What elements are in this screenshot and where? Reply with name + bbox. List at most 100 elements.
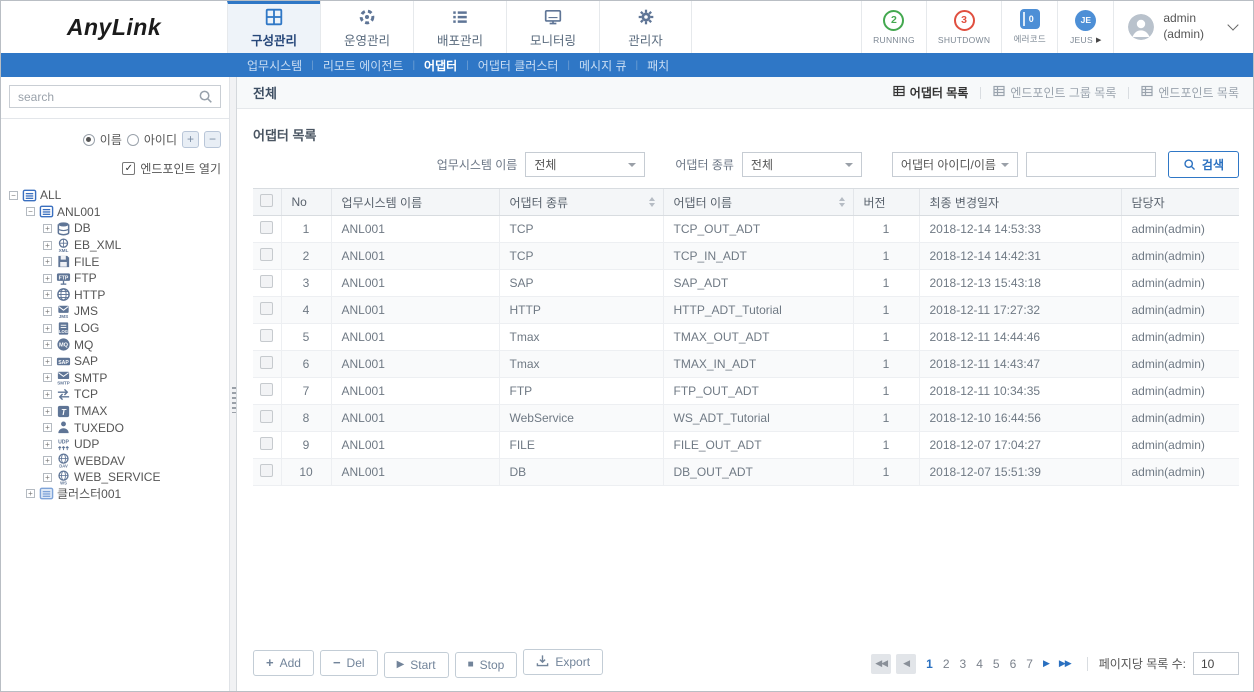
- start-button[interactable]: ▶Start: [384, 652, 449, 678]
- expand-node-icon[interactable]: +: [43, 224, 52, 233]
- del-button[interactable]: −Del: [320, 650, 378, 676]
- table-row[interactable]: 1ANL001TCPTCP_OUT_ADT12018-12-14 14:53:3…: [253, 216, 1239, 243]
- expand-node-icon[interactable]: +: [43, 307, 52, 316]
- prev-page-button[interactable]: ◀: [896, 654, 916, 674]
- page-number-5[interactable]: 5: [993, 657, 1000, 671]
- collapse-node-icon[interactable]: −: [26, 207, 35, 216]
- endpoint-open-checkbox[interactable]: ✓: [122, 162, 135, 175]
- page-number-2[interactable]: 2: [943, 657, 950, 671]
- view-link-endpoint-group-list[interactable]: 엔드포인트 그룹 목록: [993, 84, 1116, 101]
- running-status[interactable]: 2 RUNNING: [861, 1, 926, 53]
- expand-node-icon[interactable]: +: [43, 241, 52, 250]
- tree-node-tuxedo[interactable]: +TUXEDO: [43, 419, 221, 436]
- tree-node-mq[interactable]: +MQMQ: [43, 336, 221, 353]
- row-checkbox[interactable]: [260, 410, 273, 423]
- subnav-item-adapter[interactable]: 어댑터: [424, 57, 457, 74]
- tree-node-ftp[interactable]: +FTPFTP: [43, 270, 221, 287]
- radio-id[interactable]: [127, 134, 139, 146]
- row-checkbox[interactable]: [260, 437, 273, 450]
- expand-node-icon[interactable]: +: [43, 340, 52, 349]
- search-icon[interactable]: [190, 86, 220, 107]
- select-all-checkbox[interactable]: [260, 194, 273, 207]
- user-menu[interactable]: admin (admin): [1113, 1, 1253, 53]
- page-number-6[interactable]: 6: [1010, 657, 1017, 671]
- subnav-item-remote-agent[interactable]: 리모트 에이전트: [323, 57, 404, 74]
- sort-arrows-icon[interactable]: [839, 197, 845, 207]
- expand-node-icon[interactable]: +: [43, 257, 52, 266]
- tab-operation[interactable]: 운영관리: [320, 1, 413, 53]
- table-row[interactable]: 3ANL001SAPSAP_ADT12018-12-13 15:43:18adm…: [253, 270, 1239, 297]
- page-number-3[interactable]: 3: [960, 657, 967, 671]
- tree-node-anl001[interactable]: −ANL001: [26, 204, 221, 221]
- stop-button[interactable]: ■Stop: [455, 652, 518, 678]
- expand-node-icon[interactable]: +: [43, 357, 52, 366]
- tab-admin[interactable]: 관리자: [599, 1, 692, 53]
- tree-node-sap[interactable]: +SAPSAP: [43, 353, 221, 370]
- expand-node-icon[interactable]: +: [43, 324, 52, 333]
- error-code-status[interactable]: 0 에러코드: [1001, 1, 1057, 53]
- view-link-adapter-list[interactable]: 어댑터 목록: [893, 84, 969, 101]
- tree-expand-all-button[interactable]: +: [182, 131, 199, 148]
- table-row[interactable]: 4ANL001HTTPHTTP_ADT_Tutorial12018-12-11 …: [253, 297, 1239, 324]
- tree-node-webdav[interactable]: +DAVWEBDAV: [43, 453, 221, 470]
- table-row[interactable]: 9ANL001FILEFILE_OUT_ADT12018-12-07 17:04…: [253, 432, 1239, 459]
- collapse-node-icon[interactable]: −: [9, 191, 18, 200]
- tree-node-eb_xml[interactable]: +XMLEB_XML: [43, 237, 221, 254]
- header-cell[interactable]: 어댑터 종류: [499, 189, 663, 216]
- system-filter-select[interactable]: 전체: [525, 152, 645, 177]
- tree-node-log[interactable]: +LOGLOG: [43, 320, 221, 337]
- page-number-1[interactable]: 1: [926, 657, 933, 671]
- sidebar-splitter[interactable]: [229, 77, 237, 691]
- table-row[interactable]: 7ANL001FTPFTP_OUT_ADT12018-12-11 10:34:3…: [253, 378, 1239, 405]
- table-row[interactable]: 6ANL001TmaxTMAX_IN_ADT12018-12-11 14:43:…: [253, 351, 1239, 378]
- expand-node-icon[interactable]: +: [43, 407, 52, 416]
- tree-node-jms[interactable]: +JMSJMS: [43, 303, 221, 320]
- subnav-item-message-queue[interactable]: 메시지 큐: [579, 57, 627, 74]
- next-page-button[interactable]: ▶: [1043, 658, 1049, 669]
- expand-node-icon[interactable]: +: [43, 390, 52, 399]
- type-filter-select[interactable]: 전체: [742, 152, 862, 177]
- row-checkbox[interactable]: [260, 383, 273, 396]
- view-link-endpoint-list[interactable]: 엔드포인트 목록: [1141, 84, 1239, 101]
- tree-node-web_service[interactable]: +WSWEB_SERVICE: [43, 469, 221, 486]
- table-row[interactable]: 10ANL001DBDB_OUT_ADT12018-12-07 15:51:39…: [253, 459, 1239, 486]
- page-number-4[interactable]: 4: [976, 657, 983, 671]
- table-row[interactable]: 2ANL001TCPTCP_IN_ADT12018-12-14 14:42:31…: [253, 243, 1239, 270]
- expand-node-icon[interactable]: +: [43, 373, 52, 382]
- expand-node-icon[interactable]: +: [43, 456, 52, 465]
- row-checkbox[interactable]: [260, 356, 273, 369]
- tree-node-tcp[interactable]: +TCP: [43, 386, 221, 403]
- tree-node-all[interactable]: −ALL: [9, 187, 221, 204]
- tree-collapse-all-button[interactable]: −: [204, 131, 221, 148]
- table-row[interactable]: 5ANL001TmaxTMAX_OUT_ADT12018-12-11 14:44…: [253, 324, 1239, 351]
- expand-node-icon[interactable]: +: [43, 274, 52, 283]
- tree-node-클러스터001[interactable]: +클러스터001: [26, 486, 221, 503]
- subnav-item-business-system[interactable]: 업무시스템: [247, 57, 302, 74]
- last-page-button[interactable]: ▶▶: [1059, 658, 1071, 669]
- tree-node-tmax[interactable]: +TTMAX: [43, 403, 221, 420]
- search-input[interactable]: [10, 90, 190, 104]
- sort-arrows-icon[interactable]: [649, 197, 655, 207]
- expand-node-icon[interactable]: +: [43, 440, 52, 449]
- row-checkbox[interactable]: [260, 302, 273, 315]
- first-page-button[interactable]: ◀◀: [871, 654, 891, 674]
- tab-config[interactable]: 구성관리: [227, 1, 320, 53]
- row-checkbox[interactable]: [260, 248, 273, 261]
- per-page-input[interactable]: [1193, 652, 1239, 675]
- expand-node-icon[interactable]: +: [26, 489, 35, 498]
- row-checkbox[interactable]: [260, 221, 273, 234]
- tree-node-udp[interactable]: +UDPUDP: [43, 436, 221, 453]
- search-button[interactable]: 검색: [1168, 151, 1239, 178]
- header-cell[interactable]: 어댑터 이름: [663, 189, 853, 216]
- tree-node-http[interactable]: +HTTP: [43, 287, 221, 304]
- shutdown-status[interactable]: 3 SHUTDOWN: [926, 1, 1001, 53]
- row-checkbox[interactable]: [260, 275, 273, 288]
- subnav-item-adapter-cluster[interactable]: 어댑터 클러스터: [478, 57, 559, 74]
- export-button[interactable]: Export: [523, 649, 603, 675]
- tree-node-smtp[interactable]: +SMTPSMTP: [43, 370, 221, 387]
- row-checkbox[interactable]: [260, 464, 273, 477]
- table-row[interactable]: 8ANL001WebServiceWS_ADT_Tutorial12018-12…: [253, 405, 1239, 432]
- tab-deploy[interactable]: 배포관리: [413, 1, 506, 53]
- subnav-item-patch[interactable]: 패치: [647, 57, 669, 74]
- expand-node-icon[interactable]: +: [43, 290, 52, 299]
